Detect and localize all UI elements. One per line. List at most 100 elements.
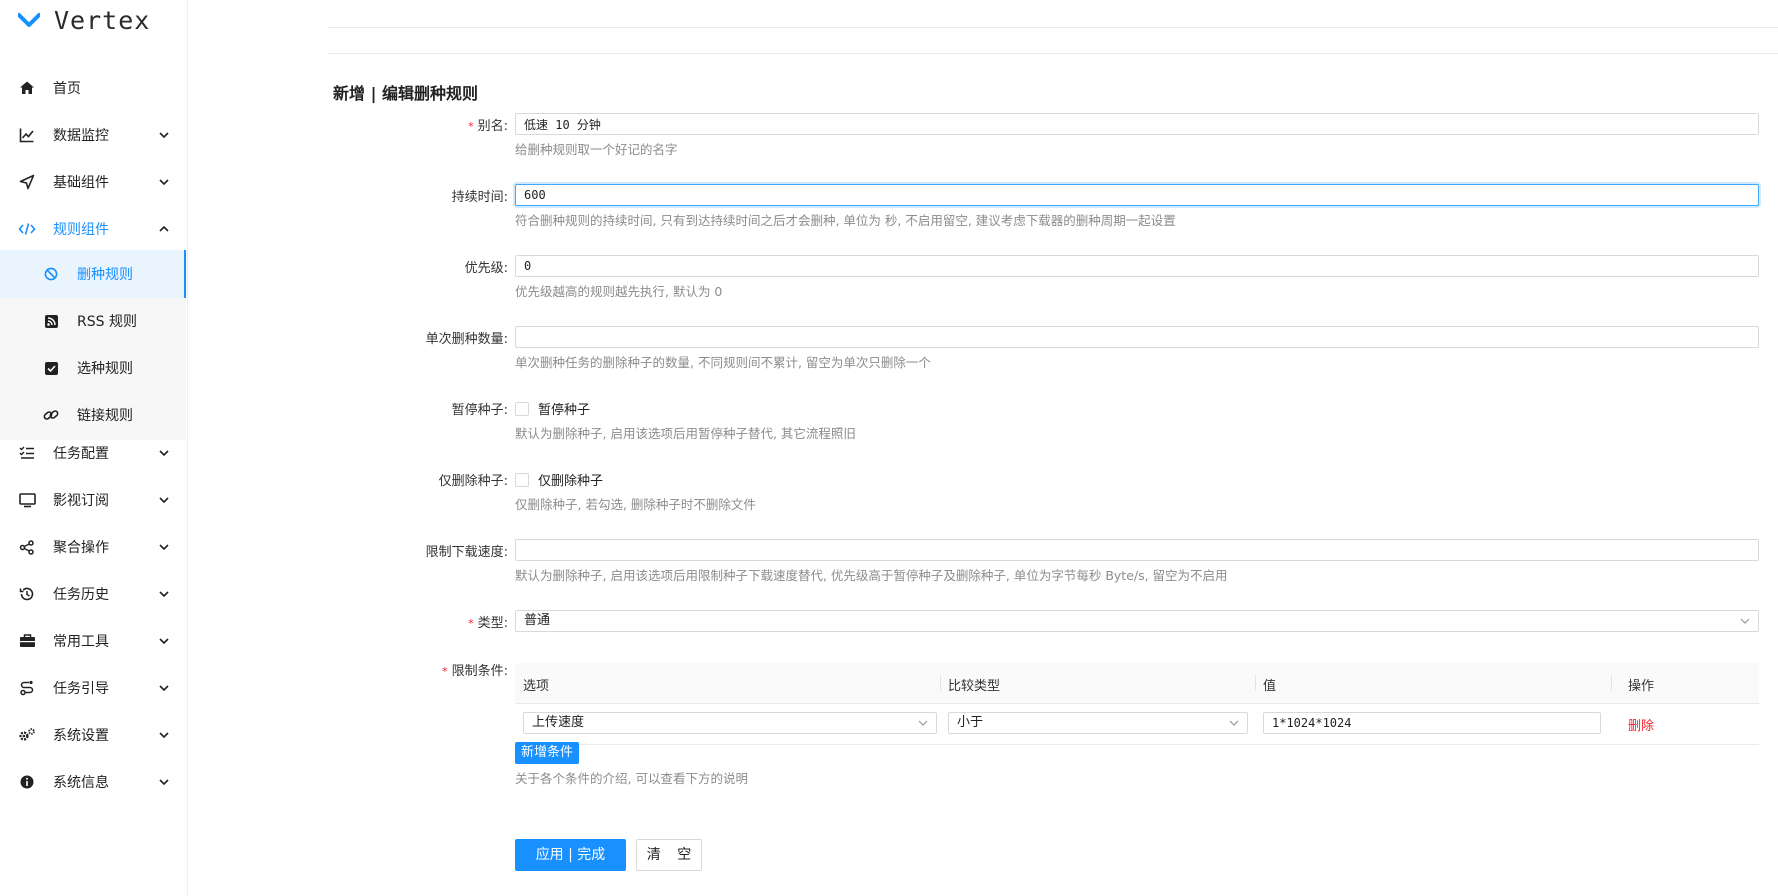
sidebar: Vertex 首页 数据监控 基础组件 规则组件 删种规则 RSS 规则 选种规… — [0, 0, 188, 896]
sidebar-item-info[interactable]: 系统信息 — [0, 758, 186, 806]
rss-icon — [43, 313, 59, 329]
column-header-compare: 比较类型 — [948, 679, 1001, 694]
ban-icon — [43, 266, 59, 282]
share-icon — [18, 538, 36, 556]
column-divider — [1255, 675, 1256, 691]
chevron-down-icon — [159, 732, 169, 739]
priority-input[interactable] — [515, 255, 1759, 277]
line-chart-icon — [18, 126, 36, 144]
max-delete-input[interactable] — [515, 326, 1759, 348]
sidebar-item-label: 系统设置 — [53, 728, 109, 744]
pause-checkbox[interactable] — [515, 401, 529, 416]
sidebar-subitem-label: RSS 规则 — [77, 314, 137, 330]
pause-checkbox-wrapper[interactable]: 暂停种子 — [515, 399, 590, 418]
condition-compare-select[interactable]: 小于 — [948, 712, 1248, 734]
sidebar-subitem-label: 删种规则 — [77, 267, 133, 283]
checkbox-icon — [43, 360, 59, 376]
sidebar-item-home[interactable]: 首页 — [0, 64, 186, 112]
sidebar-item-guide[interactable]: 任务引导 — [0, 664, 186, 712]
sidebar-item-monitor[interactable]: 数据监控 — [0, 111, 186, 159]
chevron-down-icon — [159, 450, 169, 457]
history-icon — [18, 585, 36, 603]
column-divider — [940, 675, 941, 691]
sidebar-item-label: 任务引导 — [53, 681, 109, 697]
page-title: 新增 | 编辑删种规则 — [333, 84, 478, 103]
sidebar-item-basic[interactable]: 基础组件 — [0, 158, 186, 206]
alias-input[interactable] — [515, 113, 1759, 135]
divider — [328, 53, 1778, 54]
sidebar-item-history[interactable]: 任务历史 — [0, 570, 186, 618]
sidebar-item-subscription[interactable]: 影视订阅 — [0, 476, 186, 524]
limit-speed-input[interactable] — [515, 539, 1759, 561]
sidebar-item-aggregate[interactable]: 聚合操作 — [0, 523, 186, 571]
sidebar-item-label: 影视订阅 — [53, 493, 109, 509]
column-header-option: 选项 — [523, 679, 550, 694]
chevron-down-icon — [1229, 720, 1239, 726]
required-mark: * — [468, 617, 474, 630]
priority-hint: 优先级越高的规则越先执行, 默认为 0 — [515, 284, 723, 299]
condition-option-value: 上传速度 — [532, 715, 585, 730]
required-mark: * — [468, 120, 474, 133]
alias-label: * 别名: — [468, 119, 508, 134]
sidebar-item-label: 任务历史 — [53, 587, 109, 603]
chevron-down-icon — [159, 685, 169, 692]
condition-compare-value: 小于 — [957, 715, 984, 730]
duration-hint: 符合删种规则的持续时间, 只有到达持续时间之后才会删种, 单位为 秒, 不启用留… — [515, 213, 1176, 228]
conditions-label: * 限制条件: — [442, 664, 508, 679]
sidebar-item-label: 首页 — [53, 81, 81, 97]
monitor-icon — [18, 491, 36, 509]
sidebar-subitem-delete-rules[interactable]: 删种规则 — [0, 250, 186, 298]
pause-hint: 默认为删除种子, 启用该选项后用暂停种子替代, 其它流程照旧 — [515, 426, 856, 441]
sidebar-subitem-label: 选种规则 — [77, 361, 133, 377]
sidebar-item-label: 基础组件 — [53, 175, 109, 191]
conditions-table-header: 选项 比较类型 值 操作 — [515, 663, 1759, 704]
code-icon — [18, 220, 36, 238]
duration-input[interactable] — [515, 184, 1759, 206]
only-delete-label: 仅删除种子: — [438, 474, 508, 489]
limit-speed-label: 限制下载速度: — [425, 545, 508, 560]
add-condition-button[interactable]: 新增条件 — [515, 742, 580, 764]
send-icon — [18, 173, 36, 191]
app-logo[interactable]: Vertex — [18, 4, 150, 36]
sidebar-item-label: 规则组件 — [53, 222, 109, 238]
delete-condition-link[interactable]: 删除 — [1628, 715, 1654, 734]
clear-button[interactable]: 清 空 — [636, 839, 702, 871]
alias-hint: 给删种规则取一个好记的名字 — [515, 142, 678, 157]
pause-label: 暂停种子: — [451, 403, 508, 418]
max-delete-label: 单次删种数量: — [425, 332, 508, 347]
type-select-value: 普通 — [524, 613, 551, 628]
type-label: * 类型: — [468, 616, 508, 631]
sidebar-item-tools[interactable]: 常用工具 — [0, 617, 186, 665]
required-mark: * — [442, 665, 448, 678]
table-row: 上传速度 小于 删除 — [515, 703, 1759, 745]
sidebar-subitem-rss-rules[interactable]: RSS 规则 — [0, 297, 186, 345]
condition-value-input[interactable] — [1263, 712, 1601, 734]
max-delete-hint: 单次删种任务的删除种子的数量, 不同规则间不累计, 留空为单次只删除一个 — [515, 355, 931, 370]
priority-label: 优先级: — [464, 261, 508, 276]
only-delete-hint: 仅删除种子, 若勾选, 删除种子时不删除文件 — [515, 497, 756, 512]
checklist-icon — [18, 444, 36, 462]
sidebar-item-label: 数据监控 — [53, 128, 109, 144]
chevron-up-icon — [159, 225, 169, 232]
condition-option-select[interactable]: 上传速度 — [523, 712, 937, 734]
sidebar-item-settings[interactable]: 系统设置 — [0, 711, 186, 759]
only-delete-checkbox-wrapper[interactable]: 仅删除种子 — [515, 470, 603, 489]
chevron-down-icon — [918, 720, 928, 726]
only-delete-checkbox[interactable] — [515, 472, 529, 487]
sidebar-subitem-label: 链接规则 — [77, 408, 133, 424]
chevron-down-icon — [159, 779, 169, 786]
chevron-down-icon — [1740, 618, 1750, 624]
sidebar-item-label: 常用工具 — [53, 634, 109, 650]
apply-button[interactable]: 应用 | 完成 — [515, 839, 626, 871]
sidebar-item-label: 聚合操作 — [53, 540, 109, 556]
guide-icon — [18, 679, 36, 697]
divider — [328, 27, 1778, 28]
chevron-down-icon — [159, 497, 169, 504]
sidebar-subitem-select-rules[interactable]: 选种规则 — [0, 344, 186, 392]
type-select[interactable]: 普通 — [515, 610, 1759, 632]
vertex-logo-icon — [18, 13, 40, 27]
sidebar-item-rules[interactable]: 规则组件 — [0, 205, 186, 253]
conditions-hint: 关于各个条件的介绍, 可以查看下方的说明 — [515, 771, 748, 786]
toolbox-icon — [18, 632, 36, 650]
sidebar-item-task-config[interactable]: 任务配置 — [0, 429, 186, 477]
